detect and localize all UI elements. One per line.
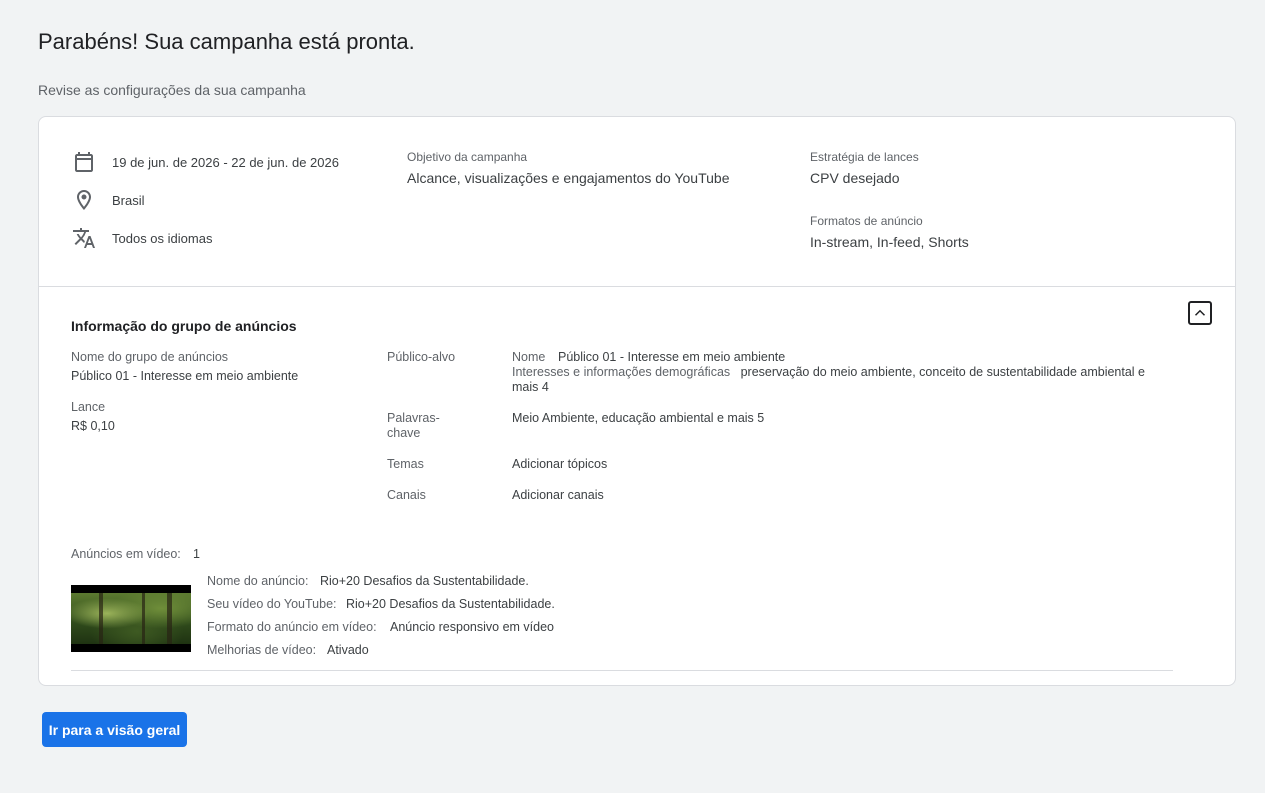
campaign-summary: 19 de jun. de 2026 - 22 de jun. de 2026 … bbox=[39, 117, 1235, 287]
youtube-video-value: Rio+20 Desafios da Sustentabilidade. bbox=[346, 597, 555, 611]
channels-value: Adicionar canais bbox=[512, 488, 604, 502]
keywords-label-line1: Palavras- bbox=[387, 411, 440, 425]
bid-value: R$ 0,10 bbox=[71, 419, 115, 433]
formats-value: In-stream, In-feed, Shorts bbox=[810, 234, 969, 250]
keywords-label-line2: chave bbox=[387, 426, 421, 440]
keywords-value: Meio Ambiente, educação ambiental e mais… bbox=[512, 411, 765, 425]
location-pin-icon bbox=[77, 190, 91, 210]
ad-group-section-title: Informação do grupo de anúncios bbox=[71, 318, 297, 334]
video-enhancements-label: Melhorias de vídeo: bbox=[207, 643, 317, 657]
objective-label: Objetivo da campanha bbox=[407, 150, 528, 164]
formats-label: Formatos de anúncio bbox=[810, 214, 923, 228]
go-to-overview-button[interactable]: Ir para a visão geral bbox=[42, 712, 187, 747]
audience-name-value: Público 01 - Interesse em meio ambiente bbox=[558, 350, 786, 364]
languages-row: Todos os idiomas bbox=[72, 226, 212, 250]
location-row: Brasil bbox=[72, 188, 145, 212]
campaign-location: Brasil bbox=[112, 192, 145, 208]
collapse-button[interactable] bbox=[1188, 301, 1212, 325]
audience-interests: Interesses e informações demográficas pr… bbox=[512, 365, 1172, 395]
calendar-icon bbox=[75, 152, 93, 172]
translate-icon bbox=[73, 228, 95, 248]
video-format-value: Anúncio responsivo em vídeo bbox=[390, 620, 554, 634]
bidding-value: CPV desejado bbox=[810, 170, 900, 186]
objective-value: Alcance, visualizações e engajamentos do… bbox=[407, 170, 730, 186]
topics-label: Temas bbox=[387, 457, 424, 471]
youtube-video-label: Seu vídeo do YouTube: bbox=[207, 597, 337, 611]
video-ads-count-label: Anúncios em vídeo: bbox=[71, 547, 181, 561]
audience-name-key: Nome bbox=[512, 350, 546, 364]
channels-label: Canais bbox=[387, 488, 426, 502]
chevron-up-icon bbox=[1194, 309, 1206, 316]
divider bbox=[71, 670, 1173, 671]
page-subtitle: Revise as configurações da sua campanha bbox=[38, 82, 306, 98]
bidding-label: Estratégia de lances bbox=[810, 150, 919, 164]
keywords-label: Palavras- chave bbox=[387, 411, 440, 441]
video-thumbnail bbox=[71, 585, 191, 652]
audience-label: Público-alvo bbox=[387, 350, 456, 364]
video-format-label: Formato do anúncio em vídeo: bbox=[207, 620, 377, 634]
ad-group-name-label: Nome do grupo de anúncios bbox=[71, 350, 229, 364]
ad-group-name-value: Público 01 - Interesse em meio ambiente bbox=[71, 369, 299, 383]
page-title: Parabéns! Sua campanha está pronta. bbox=[38, 29, 415, 54]
dates-row: 19 de jun. de 2026 - 22 de jun. de 2026 bbox=[72, 150, 339, 174]
bid-label: Lance bbox=[71, 400, 106, 414]
campaign-review-card: 19 de jun. de 2026 - 22 de jun. de 2026 … bbox=[38, 116, 1236, 686]
ad-name-value: Rio+20 Desafios da Sustentabilidade. bbox=[320, 574, 529, 588]
topics-value: Adicionar tópicos bbox=[512, 457, 608, 471]
campaign-languages: Todos os idiomas bbox=[112, 230, 213, 246]
ad-name-label: Nome do anúncio: bbox=[207, 574, 309, 588]
campaign-dates: 19 de jun. de 2026 - 22 de jun. de 2026 bbox=[112, 154, 339, 170]
audience-interests-key: Interesses e informações demográficas bbox=[512, 365, 731, 379]
video-enhancements-value: Ativado bbox=[327, 643, 369, 657]
video-ads-count-value: 1 bbox=[193, 547, 200, 561]
